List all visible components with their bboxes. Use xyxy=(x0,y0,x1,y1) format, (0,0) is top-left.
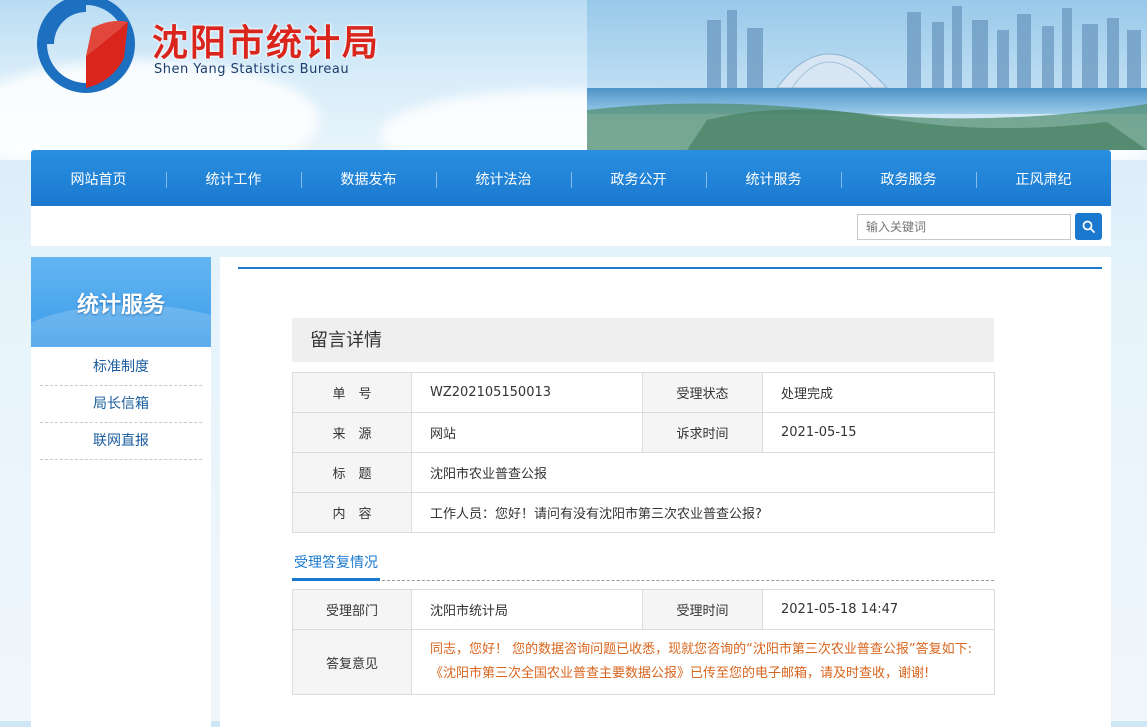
sidebar-item-online-reporting[interactable]: 联网直报 xyxy=(40,423,202,460)
request-time-value: 2021-05-15 xyxy=(762,412,995,453)
content-top-divider xyxy=(238,267,1102,269)
table-row: 答复意见 同志，您好！ 您的数据咨询问题已收悉，现就您咨询的“沈阳市第三次农业普… xyxy=(292,629,995,695)
reply-time-value: 2021-05-18 14:47 xyxy=(762,589,995,630)
table-row: 来 源 网站 诉求时间 2021-05-15 xyxy=(292,412,995,453)
opinion-label: 答复意见 xyxy=(292,629,412,695)
nav-item-data-release[interactable]: 数据发布 xyxy=(301,150,436,206)
content-label: 内 容 xyxy=(292,492,412,533)
sidebar-item-director-mailbox[interactable]: 局长信箱 xyxy=(40,386,202,423)
status-label: 受理状态 xyxy=(642,372,763,413)
sidebar-item-standards[interactable]: 标准制度 xyxy=(40,349,202,386)
status-value: 处理完成 xyxy=(762,372,995,413)
table-row: 受理部门 沈阳市统计局 受理时间 2021-05-18 14:47 xyxy=(292,589,995,630)
tab-reply-status[interactable]: 受理答复情况 xyxy=(292,552,380,581)
nav-item-discipline[interactable]: 正风肃纪 xyxy=(976,150,1111,206)
detail-heading: 留言详情 xyxy=(292,318,994,362)
search-bar xyxy=(31,206,1111,246)
main-nav: 网站首页 统计工作 数据发布 统计法治 政务公开 统计服务 政务服务 正风肃纪 xyxy=(31,150,1111,206)
site-title: 沈阳市统计局 xyxy=(152,22,381,64)
reply-time-label: 受理时间 xyxy=(642,589,763,630)
nav-item-statistics-work[interactable]: 统计工作 xyxy=(166,150,301,206)
nav-item-home[interactable]: 网站首页 xyxy=(31,150,166,206)
sidebar-header: 统计服务 xyxy=(31,257,211,347)
source-label: 来 源 xyxy=(292,412,412,453)
dept-label: 受理部门 xyxy=(292,589,412,630)
opinion-value: 同志，您好！ 您的数据咨询问题已收悉，现就您咨询的“沈阳市第三次农业普查公报”答… xyxy=(411,629,995,695)
table-row: 单 号 WZ202105150013 受理状态 处理完成 xyxy=(292,372,995,413)
header-banner: 沈阳市统计局 Shen Yang Statistics Bureau xyxy=(0,0,1147,160)
main-content: 留言详情 单 号 WZ202105150013 受理状态 处理完成 来 源 网站… xyxy=(220,257,1111,727)
subject-value: 沈阳市农业普查公报 xyxy=(411,452,995,493)
table-row: 内 容 工作人员：您好！请问有没有沈阳市第三次农业普查公报? xyxy=(292,492,995,533)
sidebar-title: 统计服务 xyxy=(76,293,165,318)
bureau-logo xyxy=(37,0,135,93)
search-button[interactable] xyxy=(1075,213,1102,240)
content-value: 工作人员：您好！请问有没有沈阳市第三次农业普查公报? xyxy=(411,492,995,533)
message-detail-table: 单 号 WZ202105150013 受理状态 处理完成 来 源 网站 诉求时间… xyxy=(292,372,995,533)
city-skyline-image xyxy=(587,0,1147,150)
nav-item-statistics-service[interactable]: 统计服务 xyxy=(706,150,841,206)
table-row: 标 题 沈阳市农业普查公报 xyxy=(292,452,995,493)
dept-value: 沈阳市统计局 xyxy=(411,589,643,630)
site-subtitle: Shen Yang Statistics Bureau xyxy=(154,62,350,77)
opinion-line-1: 同志，您好！ 您的数据咨询问题已收悉，现就您咨询的“沈阳市第三次农业普查公报”答… xyxy=(430,642,972,657)
reply-detail-table: 受理部门 沈阳市统计局 受理时间 2021-05-18 14:47 答复意见 同… xyxy=(292,589,995,695)
opinion-line-2: 《沈阳市第三次全国农业普查主要数据公报》已传至您的电子邮箱，请及时查收，谢谢! xyxy=(430,666,930,681)
nav-item-government-service[interactable]: 政务服务 xyxy=(841,150,976,206)
request-time-label: 诉求时间 xyxy=(642,412,763,453)
source-value: 网站 xyxy=(411,412,643,453)
reply-section-tabbar: 受理答复情况 xyxy=(292,552,994,581)
search-input[interactable] xyxy=(857,214,1071,240)
sidebar: 统计服务 标准制度 局长信箱 联网直报 xyxy=(31,257,211,727)
nav-item-statistics-law[interactable]: 统计法治 xyxy=(436,150,571,206)
number-label: 单 号 xyxy=(292,372,412,413)
subject-label: 标 题 xyxy=(292,452,412,493)
search-icon xyxy=(1082,220,1095,233)
number-value: WZ202105150013 xyxy=(411,372,643,413)
sidebar-list: 标准制度 局长信箱 联网直报 xyxy=(31,347,211,460)
nav-item-government-affairs-open[interactable]: 政务公开 xyxy=(571,150,706,206)
